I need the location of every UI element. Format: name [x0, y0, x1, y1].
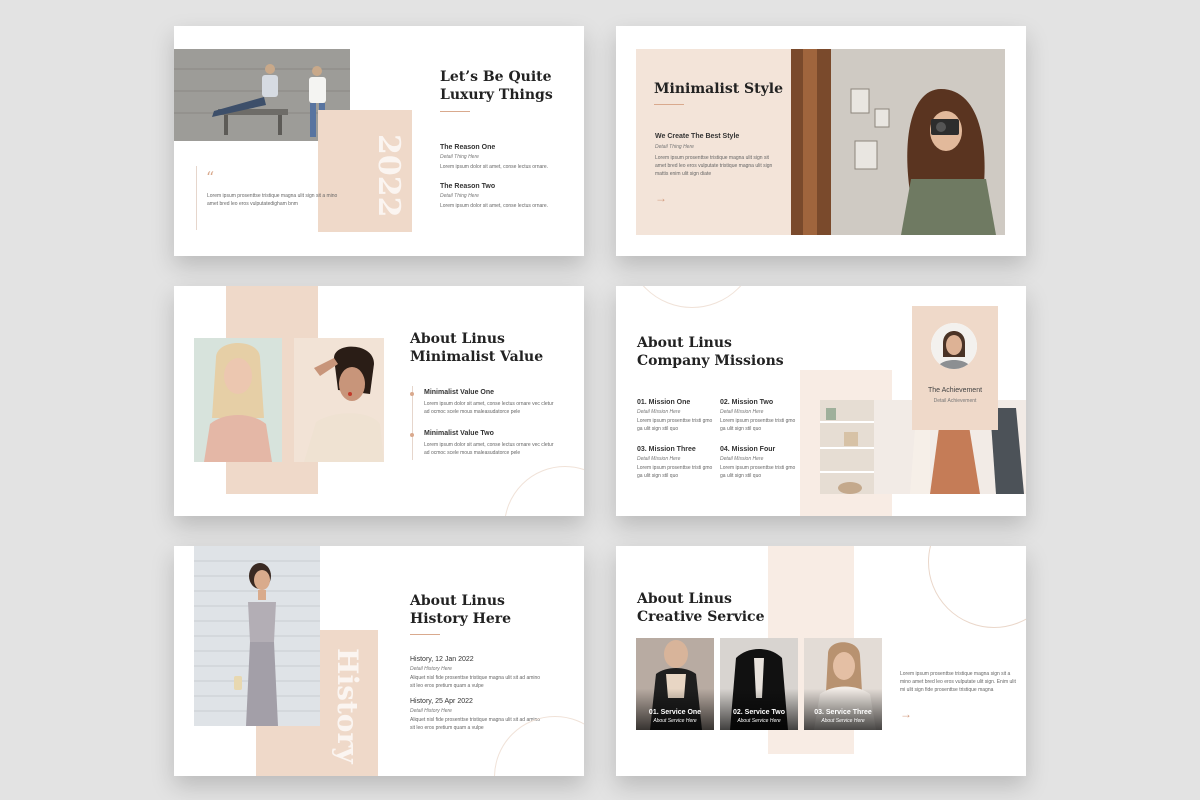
- slide4-title: About Linus Company Missions: [637, 335, 784, 369]
- timeline-dot: [410, 433, 414, 437]
- reason-one-body: Lorem ipsum dolor sit amet, conse lectus…: [440, 164, 549, 170]
- service-one-sub: About Service Here: [653, 718, 697, 724]
- mission-three-sub: Detail Mission Here: [637, 456, 681, 462]
- reason-one-sub: Detail Thing Here: [440, 154, 479, 160]
- arrow-right-icon[interactable]: →: [655, 192, 667, 204]
- slide5-title: About Linus History Here: [410, 593, 512, 627]
- reason-one-title: The Reason One: [440, 144, 496, 151]
- mission-four-sub: Detail Mission Here: [720, 456, 764, 462]
- quote-text: Lorem ipsum prosenttse tristique magna u…: [207, 193, 338, 207]
- slide-minimalist-style[interactable]: Minimalist Style We Create The Best Styl…: [616, 26, 1026, 256]
- style-body: Lorem ipsum prosenttse tristique magna u…: [655, 155, 773, 177]
- service-card-two[interactable]: 02. Service Two About Service Here: [720, 638, 798, 730]
- mission-two-body: Lorem ipsum prosenttse tristi gmo ga uli…: [720, 418, 796, 432]
- history-two-title: History, 25 Apr 2022: [410, 698, 473, 705]
- service-three-title: 03. Service Three: [814, 709, 872, 716]
- history-one-sub: Detail History Here: [410, 666, 452, 672]
- peach-panel: [636, 49, 794, 235]
- service-one-title: 01. Service One: [648, 709, 702, 716]
- photo-woman-camera: [791, 49, 1005, 235]
- timeline-dot: [410, 392, 414, 396]
- history-one-title: History, 12 Jan 2022: [410, 656, 474, 663]
- quote-icon: “: [206, 168, 215, 187]
- mission-one-sub: Detail Mission Here: [637, 409, 681, 415]
- value-two-title: Minimalist Value Two: [424, 430, 494, 437]
- service-card-three[interactable]: 03. Service Three About Service Here: [804, 638, 882, 730]
- decorative-circle: [626, 286, 758, 308]
- mission-two-sub: Detail Mission Here: [720, 409, 764, 415]
- photo-woman-brick-wall: [194, 546, 320, 726]
- slide3-title: About Linus Minimalist Value: [410, 331, 544, 365]
- photo-blonde-woman: [194, 338, 282, 462]
- mission-two-title: 02. Mission Two: [720, 399, 774, 406]
- title-underline: [410, 634, 440, 635]
- history-vertical-text: History: [331, 648, 364, 764]
- mission-one-title: 01. Mission One: [637, 399, 691, 406]
- service-card-one[interactable]: 01. Service One About Service Here: [636, 638, 714, 730]
- title-underline: [654, 104, 684, 105]
- slide1-title: Let’s Be Quite Luxury Things: [440, 69, 553, 103]
- slide2-title: Minimalist Style: [654, 81, 783, 97]
- reason-two-body: Lorem ipsum dolor sit amet, conse lectus…: [440, 203, 549, 209]
- mission-three-body: Lorem ipsum prosenttse tristi gmo ga uli…: [637, 465, 713, 479]
- value-one-body: Lorem ipsum dolor sit amet, conse lectus…: [424, 401, 554, 415]
- reason-two-title: The Reason Two: [440, 183, 496, 190]
- service-three-sub: About Service Here: [821, 718, 865, 724]
- quote-line: [196, 166, 197, 230]
- mission-four-body: Lorem ipsum prosenttse tristi gmo ga uli…: [720, 465, 796, 479]
- title-underline: [440, 111, 470, 112]
- style-heading: We Create The Best Style: [655, 133, 740, 140]
- avatar: [931, 323, 977, 369]
- value-one-title: Minimalist Value One: [424, 389, 495, 396]
- year-vertical-text: 2022: [371, 134, 406, 218]
- slide6-title: About Linus Creative Service: [637, 591, 765, 625]
- slide-history[interactable]: History About Linus History Here History…: [174, 546, 584, 776]
- mission-three-title: 03. Mission Three: [637, 446, 696, 453]
- slide-creative-service[interactable]: About Linus Creative Service 01. Service…: [616, 546, 1026, 776]
- slide-luxury-things[interactable]: 2022 “ Lorem ipsum prosenttse tristique …: [174, 26, 584, 256]
- mission-one-body: Lorem ipsum prosenttse tristi gmo ga uli…: [637, 418, 713, 432]
- decorative-circle: [928, 546, 1026, 628]
- decorative-circle: [504, 466, 584, 516]
- reason-two-sub: Detail Thing Here: [440, 193, 479, 199]
- mission-four-title: 04. Mission Four: [720, 446, 776, 453]
- service-two-title: 02. Service Two: [732, 709, 785, 716]
- service-two-sub: About Service Here: [737, 718, 781, 724]
- slide-minimalist-value[interactable]: About Linus Minimalist Value Minimalist …: [174, 286, 584, 516]
- achievement-title: The Achievement: [927, 387, 983, 394]
- photo-woman-red-lips: [294, 338, 384, 462]
- style-sub: Detail Thing Here: [655, 144, 694, 150]
- timeline-line: [412, 386, 413, 460]
- slide-company-missions[interactable]: About Linus Company Missions 01. Mission…: [616, 286, 1026, 516]
- history-two-sub: Detail History Here: [410, 708, 452, 714]
- achievement-sub: Detail Achievement: [933, 398, 977, 404]
- history-one-body: Aliquet nisl fide prosenttse tristique m…: [410, 675, 541, 689]
- service-body: Lorem ipsum prosenttse tristique magna s…: [900, 671, 1016, 693]
- value-two-body: Lorem ipsum dolor sit amet, conse lectus…: [424, 442, 554, 456]
- arrow-right-icon[interactable]: →: [900, 708, 912, 720]
